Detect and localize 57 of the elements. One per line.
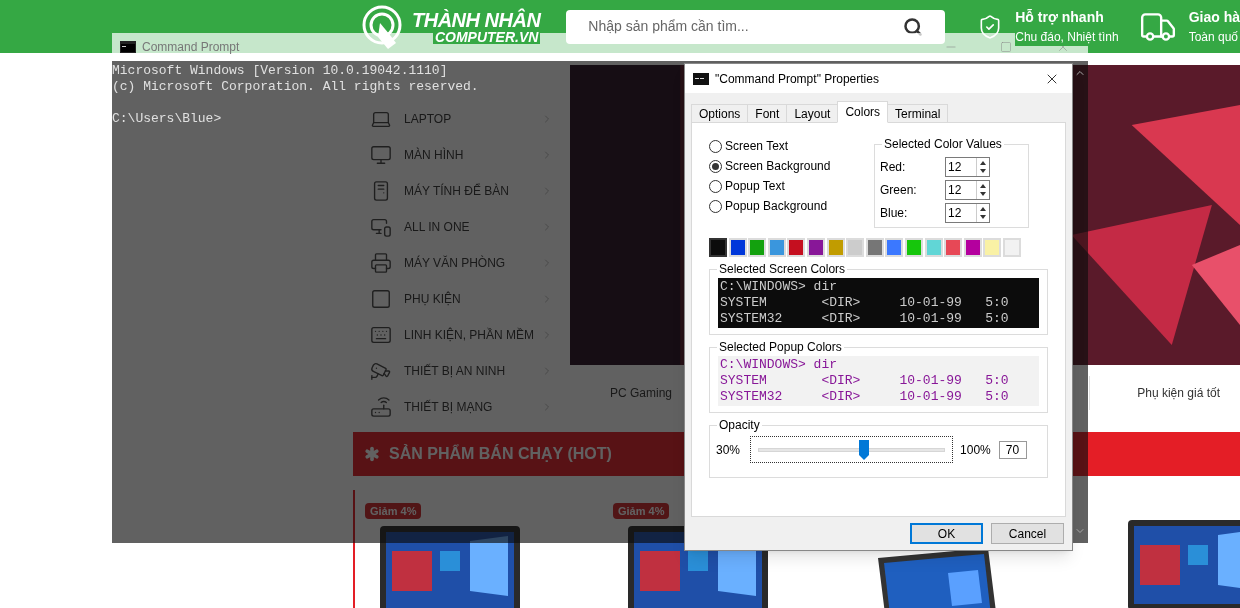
keyboard-icon <box>370 324 392 346</box>
max-label: 100% <box>960 441 991 459</box>
logo-text: THÀNH NHÂN <box>412 9 541 30</box>
dialog-button[interactable]: Cancel <box>991 523 1064 544</box>
dialog-title: "Command Prompt" Properties <box>715 70 880 88</box>
terminal-icon <box>693 72 709 85</box>
field-label: Green: <box>880 182 918 199</box>
square-icon <box>370 288 392 310</box>
preview-line: C:\WINDOWS> dir <box>720 357 838 373</box>
preview-line: SYSTEM <DIR> 10-01-99 5:0 <box>720 295 1009 311</box>
preview-line: SYSTEM <DIR> 10-01-99 5:0 <box>720 373 1009 389</box>
terminal-output: Microsoft Windows [Version 10.0.19042.1110] <box>112 63 448 79</box>
terminal-prompt: C:\Users\Blue> <box>112 111 222 127</box>
preview-line: C:\WINDOWS> dir <box>720 279 838 295</box>
radio-button[interactable] <box>709 199 722 213</box>
feature-subtitle: Toàn quố <box>1188 28 1239 46</box>
window-title: Command Prompt <box>142 39 241 56</box>
camera-icon <box>370 360 392 382</box>
search-field[interactable]: Nhập sản phẩm cần tìm... <box>588 16 904 37</box>
feature-title: Hỗ trợ nhanh <box>1015 8 1105 27</box>
monitor-icon <box>370 216 392 238</box>
terminal-output: (c) Microsoft Corporation. All rights reserved. <box>112 79 479 95</box>
dialog-button[interactable]: OK <box>910 523 983 544</box>
preview-line: SYSTEM32 <DIR> 10-01-99 5:0 <box>720 311 1009 327</box>
number-spinner[interactable]: 12 <box>945 157 990 177</box>
number-spinner[interactable]: 12 <box>945 180 990 200</box>
terminal-icon <box>120 41 136 53</box>
tab[interactable]: Colors <box>837 101 889 123</box>
group-label: Opacity <box>717 418 762 432</box>
field-label: Red: <box>880 159 907 176</box>
radio-label: Popup Background <box>725 198 828 215</box>
discount-badge: Giảm 4% <box>613 503 670 519</box>
group-label: Selected Color Values <box>882 137 1004 151</box>
radio-button[interactable] <box>709 159 722 173</box>
group-label: Selected Screen Colors <box>717 262 848 276</box>
color-swatch[interactable] <box>709 238 727 257</box>
group-label: Selected Popup Colors <box>717 340 844 354</box>
feature-title: Giao hà <box>1188 8 1240 27</box>
opacity-slider[interactable] <box>750 436 954 463</box>
logo-subtext: COMPUTER.VN <box>432 29 541 44</box>
discount-badge: Giảm 4% <box>365 503 422 519</box>
banner-tab[interactable]: Phụ kiện giá tốt <box>1089 375 1240 410</box>
field-label: Blue: <box>880 205 909 222</box>
slider-thumb[interactable] <box>859 439 870 460</box>
radio-label: Screen Background <box>725 158 831 175</box>
section-title: SẢN PHẨM BÁN CHẠY (HOT) <box>389 443 612 464</box>
number-spinner[interactable]: 12 <box>945 203 990 223</box>
radio-label: Popup Text <box>725 178 785 195</box>
radio-label: Screen Text <box>725 138 789 155</box>
monitor-icon <box>370 144 392 166</box>
router-icon <box>370 396 392 418</box>
opacity-field[interactable]: 70 <box>998 440 1027 459</box>
radio-button[interactable] <box>709 179 722 193</box>
printer-icon <box>370 252 392 274</box>
radio-button[interactable] <box>709 139 722 153</box>
preview-line: SYSTEM32 <DIR> 10-01-99 5:0 <box>720 389 1009 405</box>
min-label: 30% <box>716 441 741 459</box>
